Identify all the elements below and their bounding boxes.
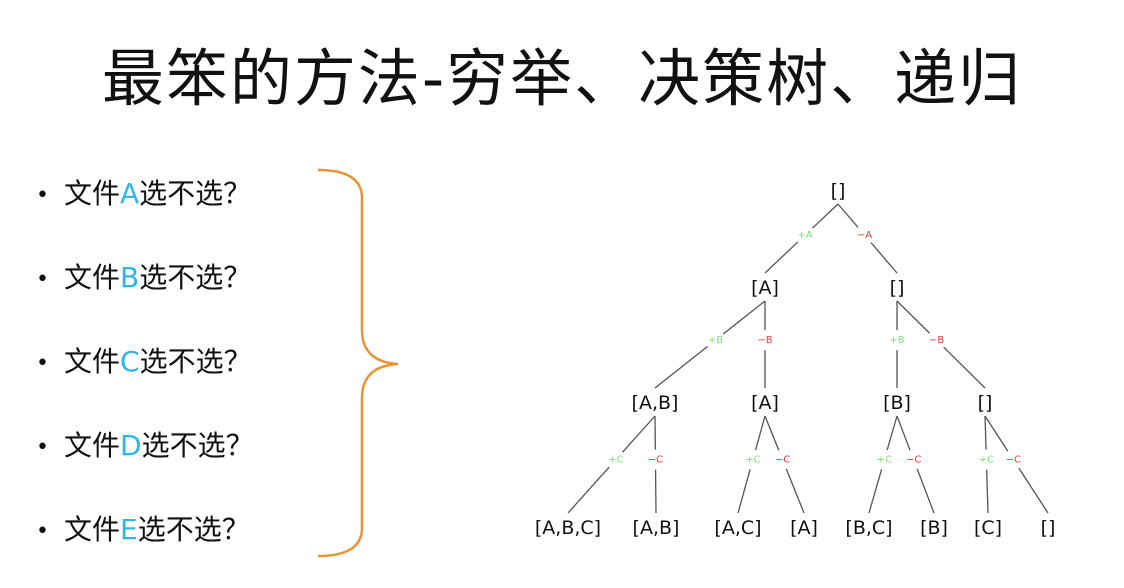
tree-edge	[785, 468, 805, 514]
tree-edge	[764, 415, 780, 451]
tree-node: [B]	[920, 517, 948, 539]
tree-edge-label: −A	[857, 230, 872, 241]
tree-edge	[984, 415, 987, 450]
tree-node: [A,B,C]	[535, 517, 601, 539]
tree-node: []	[978, 392, 993, 414]
tree-edge-label: +C	[608, 455, 623, 466]
tree-edge-label: −C	[1006, 455, 1021, 466]
tree-edge	[943, 346, 986, 389]
tree-edge	[886, 415, 898, 451]
tree-node: [A]	[790, 517, 818, 539]
tree-edge	[837, 203, 859, 228]
tree-edge-label: +B	[889, 335, 904, 346]
tree-node: [A,B]	[632, 392, 679, 414]
tree-node: [B]	[883, 392, 911, 414]
tree-edge-label: +A	[798, 230, 813, 241]
tree-edge-label: +C	[979, 455, 994, 466]
tree-edge	[567, 466, 610, 514]
tree-node: [B,C]	[845, 517, 892, 539]
tree-edge	[986, 469, 989, 514]
tree-edge	[984, 415, 1009, 452]
tree-edge-label: −B	[757, 335, 772, 346]
tree-node: [A,B]	[633, 517, 680, 539]
tree-edge-label: +B	[708, 335, 723, 346]
tree-edge	[754, 415, 766, 451]
tree-edge	[1018, 467, 1049, 514]
tree-node: []	[1041, 517, 1056, 539]
tree-edge	[737, 469, 751, 514]
tree-edge	[916, 468, 935, 514]
tree-edge-label: −C	[648, 455, 663, 466]
tree-node: [C]	[974, 517, 1002, 539]
tree-edge-label: +C	[745, 455, 760, 466]
tree-edge-label: +C	[877, 455, 892, 466]
tree-edge-label: −C	[906, 455, 921, 466]
tree-node: []	[890, 277, 905, 299]
tree-node: [A,C]	[714, 517, 761, 539]
tree-node: [A]	[751, 392, 779, 414]
tree-edge	[896, 300, 930, 334]
tree-edge	[896, 415, 911, 451]
decision-tree: +A −A +B −B +B −B +C −C +C −C +C −C +C −C [] [A] [] [A,B]…	[535, 180, 1056, 539]
tree-edge	[654, 345, 709, 389]
tree-edge-label: −C	[775, 455, 790, 466]
tree-edge	[870, 242, 898, 274]
tree-edge	[764, 241, 799, 274]
tree-node: [A]	[751, 277, 779, 299]
tree-edge	[722, 300, 766, 335]
tree-edge	[811, 203, 839, 229]
tree-edge	[868, 469, 883, 514]
tree-edge	[622, 415, 656, 453]
tree-edge-label: −B	[929, 335, 944, 346]
tree-node: []	[831, 180, 846, 202]
